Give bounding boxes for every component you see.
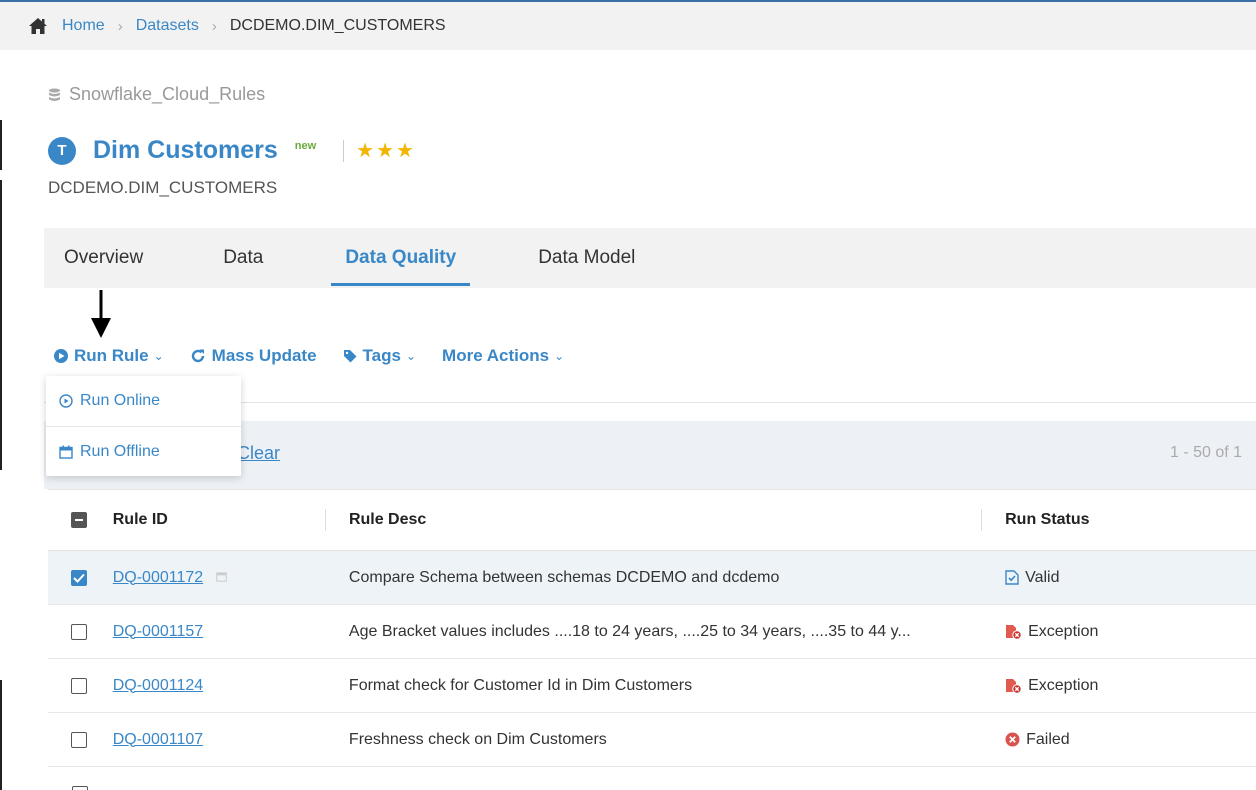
tag-icon [343,350,357,363]
more-actions-label: More Actions [442,346,550,365]
home-icon[interactable] [28,17,48,35]
run-status: Valid [1025,568,1060,586]
left-edge-line [0,680,2,790]
breadcrumb: Home › Datasets › DCDEMO.DIM_CUSTOMERS [0,2,1256,50]
run-status: Failed [1026,730,1070,748]
rule-id-link[interactable]: DQ-0001157 [113,623,203,640]
action-toolbar: Run Rule ⌄ Mass Update Tags ⌄ More Actio… [54,346,590,366]
run-online-label: Run Online [80,392,161,409]
play-circle-icon [54,349,68,363]
run-online-option[interactable]: Run Online [46,376,241,426]
valid-doc-icon [1005,570,1019,585]
exception-doc-icon [1006,678,1022,694]
column-separator [981,509,983,531]
rule-desc: Compare Schema between schemas DCDEMO an… [348,568,780,586]
row-checkbox[interactable] [71,677,88,694]
run-offline-option[interactable]: Run Offline [46,426,241,476]
run-rule-button[interactable]: Run Rule ⌄ [54,346,164,366]
column-header-rule-id[interactable]: Rule ID [111,511,349,529]
dataset-subtitle: DCDEMO.DIM_CUSTOMERS [48,178,278,197]
rating-stars[interactable]: ★★★ [356,138,416,163]
table-row[interactable] [48,767,1256,790]
table-row[interactable]: DQ-0001124 Format check for Customer Id … [48,659,1256,713]
table-header-row: Rule ID Rule Desc Run Status [48,489,1256,551]
left-edge-line [0,180,2,470]
left-edge-line [0,120,2,170]
tab-data-quality[interactable]: Data Quality [325,228,476,288]
divider [343,139,345,162]
refresh-icon [191,349,204,363]
select-all-checkbox[interactable] [71,512,88,528]
rules-table: Rule ID Rule Desc Run Status DQ-0001172 … [48,489,1256,790]
column-header-rule-desc[interactable]: Rule Desc [349,511,981,529]
column-header-run-status[interactable]: Run Status [1005,511,1256,529]
annotation-arrow-icon [91,290,111,338]
pagination-summary: 1 - 50 of 1 [1170,444,1243,461]
run-status: Exception [1028,676,1099,694]
clear-filters-link[interactable]: Clear [237,443,280,464]
calendar-icon [215,571,227,582]
run-rule-label: Run Rule [74,346,149,365]
tags-label: Tags [362,346,401,365]
chevron-down-icon: ⌄ [554,349,565,363]
tags-button[interactable]: Tags ⌄ [343,346,416,366]
breadcrumb-separator: › [117,17,123,35]
source-name: Snowflake_Cloud_Rules [69,84,266,104]
rule-desc: Freshness check on Dim Customers [348,730,607,748]
table-row[interactable]: DQ-0001172 Compare Schema between schema… [48,551,1256,605]
row-checkbox[interactable] [72,786,88,790]
run-offline-label: Run Offline [80,442,160,460]
table-type-badge: T [48,136,76,165]
exception-doc-icon [1006,624,1022,640]
dataset-title-row: T Dim Customers new ★★★ [48,136,416,165]
chevron-down-icon: ⌄ [153,349,164,363]
chevron-down-icon: ⌄ [405,349,417,363]
source-label: Snowflake_Cloud_Rules [48,84,265,105]
new-badge: new [294,139,317,152]
tab-data-model[interactable]: Data Model [518,228,655,288]
database-icon [49,88,60,101]
page-title: Dim Customers [93,136,278,164]
rule-desc: Format check for Customer Id in Dim Cust… [348,676,693,694]
tab-bar: Overview Data Data Quality Data Model [44,228,1256,288]
breadcrumb-separator: › [211,17,217,35]
breadcrumb-current: DCDEMO.DIM_CUSTOMERS [229,17,446,34]
tab-overview[interactable]: Overview [44,228,163,288]
run-rule-dropdown: Run Online Run Offline [46,376,241,476]
rule-desc: Age Bracket values includes ....18 to 24… [348,622,911,640]
row-checkbox[interactable] [71,623,88,640]
mass-update-button[interactable]: Mass Update [190,346,317,366]
calendar-icon [59,445,73,459]
table-row[interactable]: DQ-0001157 Age Bracket values includes .… [48,605,1256,659]
breadcrumb-home-link[interactable]: Home [62,17,105,35]
run-status: Exception [1028,622,1099,640]
tab-data[interactable]: Data [163,228,283,288]
rule-id-link[interactable]: DQ-0001107 [113,731,203,748]
mass-update-label: Mass Update [211,346,317,365]
failed-x-icon [1005,732,1020,747]
rule-id-link[interactable]: DQ-0001172 [113,569,203,586]
breadcrumb-datasets-link[interactable]: Datasets [136,17,199,35]
more-actions-button[interactable]: More Actions ⌄ [442,346,564,366]
rule-id-link[interactable]: DQ-0001124 [113,677,203,694]
row-checkbox[interactable] [71,569,88,586]
play-circle-icon [59,394,73,408]
table-row[interactable]: DQ-0001107 Freshness check on Dim Custom… [48,713,1256,767]
row-checkbox[interactable] [71,731,88,748]
